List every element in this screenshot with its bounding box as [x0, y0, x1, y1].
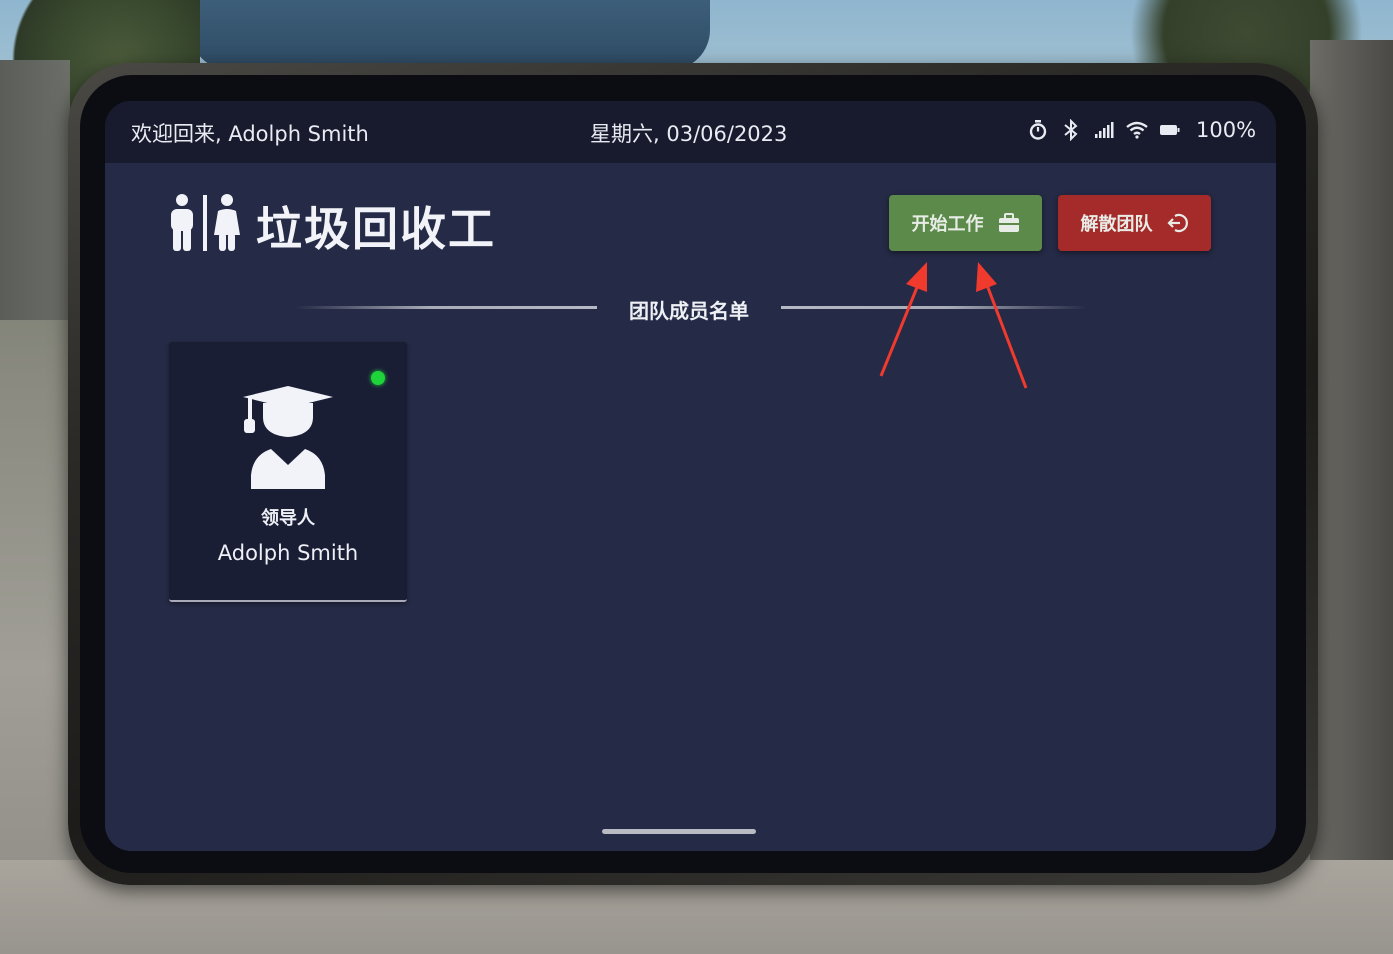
divider-right: [781, 306, 1087, 309]
wifi-icon: [1126, 119, 1148, 141]
status-greeting: 欢迎回来, Adolph Smith: [131, 122, 369, 146]
graduate-icon: [243, 386, 333, 489]
status-date: 星期六, 03/06/2023: [590, 122, 788, 146]
signal-icon: [1093, 119, 1115, 141]
member-role: 领导人: [261, 508, 315, 529]
start-work-label: 开始工作: [911, 214, 984, 235]
member-card[interactable]: 领导人 Adolph Smith: [169, 342, 407, 602]
status-icons: 100%: [1027, 118, 1256, 142]
briefcase-icon: [998, 213, 1019, 232]
tablet-screen: 欢迎回来, Adolph Smith 星期六, 03/06/2023 100%: [105, 101, 1276, 851]
divider-left: [295, 306, 597, 309]
background-stadium: [190, 0, 710, 70]
disband-team-button[interactable]: 解散团队: [1058, 195, 1211, 251]
member-name: Adolph Smith: [217, 541, 359, 565]
battery-percent: 100%: [1196, 118, 1257, 142]
battery-icon: [1159, 119, 1181, 141]
page-title: 垃圾回收工: [256, 202, 496, 256]
team-section-title: 团队成员名单: [629, 299, 749, 323]
start-work-button[interactable]: 开始工作: [889, 195, 1042, 251]
background-wall-left: [0, 60, 70, 320]
background-wall-right: [1310, 40, 1393, 900]
online-status-indicator: [371, 371, 385, 385]
home-indicator[interactable]: [602, 829, 756, 834]
disband-team-label: 解散团队: [1080, 214, 1153, 235]
sign-out-icon: [1166, 213, 1188, 233]
restroom-icon: [171, 194, 240, 251]
stopwatch-icon: [1027, 119, 1049, 141]
bluetooth-icon: [1060, 119, 1082, 141]
status-bar: 欢迎回来, Adolph Smith 星期六, 03/06/2023 100%: [105, 101, 1276, 163]
